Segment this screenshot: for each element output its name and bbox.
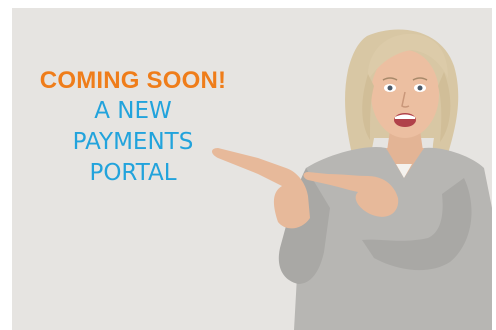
promo-banner: COMING SOON! A NEW PAYMENTS PORTAL — [12, 8, 492, 330]
left-hand — [212, 148, 310, 229]
woman-pointing-photo — [212, 29, 492, 330]
